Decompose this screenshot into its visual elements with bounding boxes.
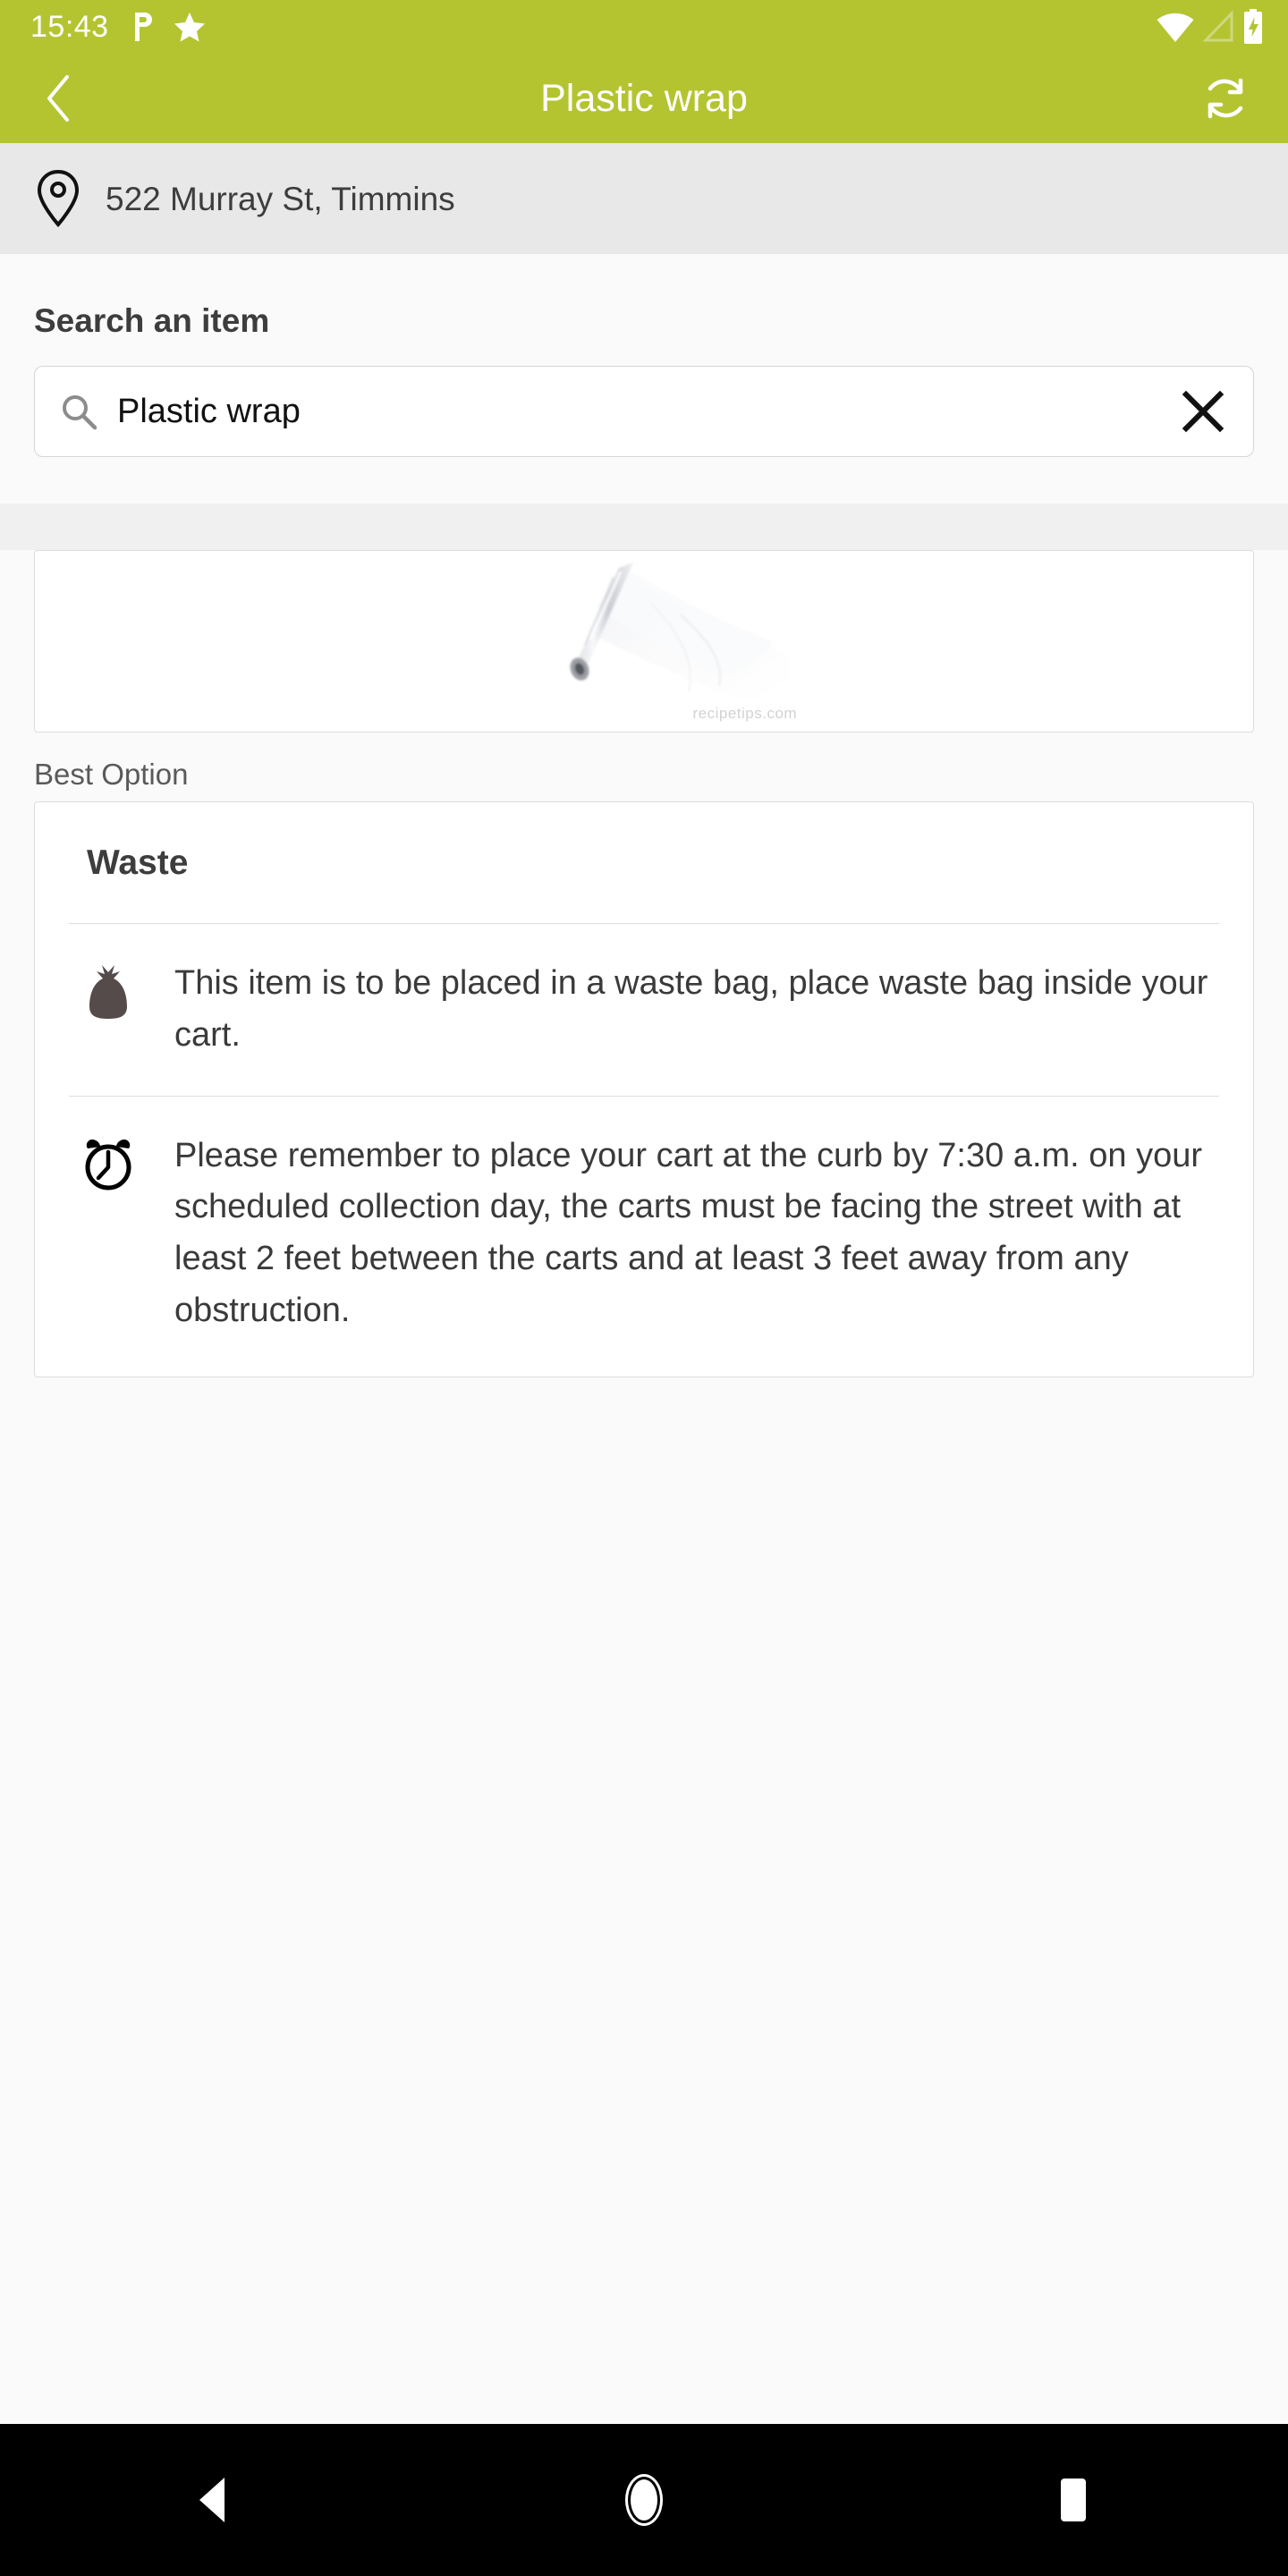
search-input[interactable]: Plastic wrap (34, 366, 1254, 457)
wifi-icon (1157, 13, 1194, 42)
location-bar[interactable]: 522 Murray St, Timmins (0, 143, 1288, 254)
back-triangle-icon (199, 2478, 225, 2522)
search-section: Search an item Plastic wrap (0, 254, 1288, 457)
status-time: 15:43 (30, 10, 109, 44)
battery-charging-icon (1244, 9, 1262, 44)
app-screen: 15:43 Plastic wrap 522 Murray St, Timmin… (0, 0, 1288, 2576)
map-pin-icon (36, 169, 80, 228)
status-system-icons (1156, 9, 1265, 45)
info-row: Please remember to place your cart at th… (35, 1097, 1253, 1371)
parking-p-icon (134, 13, 152, 41)
image-watermark: recipetips.com (692, 705, 798, 722)
search-input-value[interactable]: Plastic wrap (117, 394, 1174, 428)
section-divider (0, 504, 1288, 550)
refresh-button[interactable] (1193, 66, 1258, 131)
search-clear-button[interactable] (1174, 383, 1232, 440)
best-option-label: Best Option (34, 758, 189, 791)
info-row-text: Please remember to place your cart at th… (174, 1136, 1203, 1329)
info-row: This item is to be placed in a waste bag… (35, 924, 1253, 1096)
alarm-clock-icon (74, 1131, 142, 1191)
recents-square-icon (1061, 2479, 1086, 2521)
home-circle-icon (625, 2474, 663, 2526)
app-bar: Plastic wrap (0, 54, 1288, 143)
back-button[interactable] (27, 66, 91, 131)
result-card: Waste This item is to be placed in a was… (34, 801, 1254, 1377)
search-icon (60, 393, 97, 430)
plastic-wrap-roll-photo (570, 563, 791, 706)
search-label: Search an item (34, 302, 270, 339)
garbage-bag-icon (74, 958, 142, 1022)
status-bar: 15:43 (0, 0, 1288, 54)
android-nav-bar (0, 2424, 1288, 2576)
main-content: Search an item Plastic wrap recipetips.c… (0, 254, 1288, 2424)
nav-home-button[interactable] (555, 2446, 733, 2554)
close-icon (1182, 390, 1224, 433)
info-row-text: This item is to be placed in a waste bag… (174, 964, 1208, 1054)
result-title: Waste (87, 843, 189, 882)
item-image-card: recipetips.com (34, 550, 1254, 733)
status-notification-icons (132, 12, 206, 42)
page-title: Plastic wrap (540, 76, 748, 120)
nav-recents-button[interactable] (984, 2446, 1163, 2554)
location-address: 522 Murray St, Timmins (106, 180, 455, 217)
cell-signal-icon (1202, 10, 1233, 42)
chevron-left-icon (47, 75, 69, 122)
nav-back-button[interactable] (125, 2446, 304, 2554)
refresh-icon (1208, 78, 1243, 119)
star-icon (174, 13, 205, 42)
